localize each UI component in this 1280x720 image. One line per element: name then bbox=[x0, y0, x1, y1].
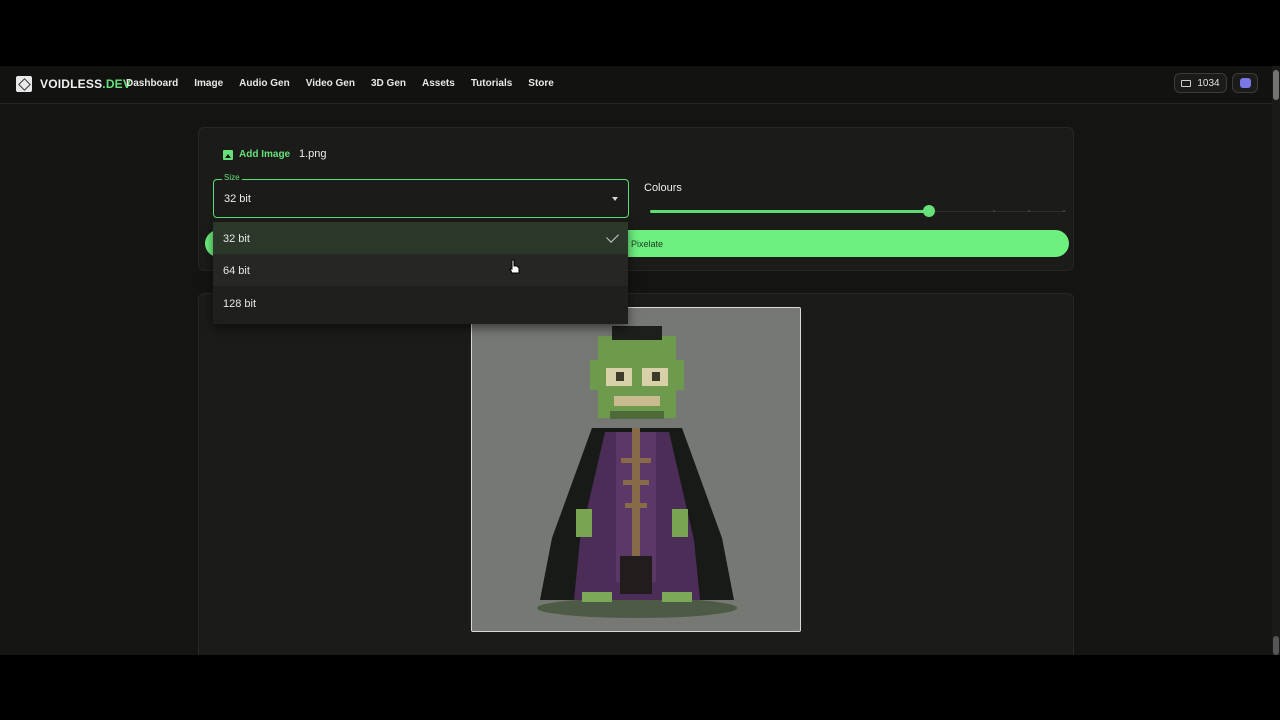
size-label: Size bbox=[222, 173, 242, 182]
size-value: 32 bit bbox=[224, 193, 251, 205]
size-select[interactable]: Size 32 bit bbox=[213, 173, 629, 218]
size-option-label: 64 bit bbox=[223, 265, 250, 277]
top-navigation-bar: VOIDLESS.DEV Dashboard Image Audio Gen V… bbox=[0, 66, 1272, 104]
logo[interactable]: VOIDLESS.DEV bbox=[16, 76, 131, 92]
pixelate-button-label: Pixelate bbox=[631, 239, 664, 249]
nav-3d-gen[interactable]: 3D Gen bbox=[371, 78, 406, 89]
discord-button[interactable] bbox=[1232, 73, 1258, 93]
nav-dashboard[interactable]: Dashboard bbox=[126, 78, 178, 89]
main-nav: Dashboard Image Audio Gen Video Gen 3D G… bbox=[126, 78, 554, 89]
app-screen: VOIDLESS.DEV Dashboard Image Audio Gen V… bbox=[0, 66, 1280, 655]
preview-panel bbox=[198, 293, 1074, 655]
colours-label: Colours bbox=[644, 182, 682, 194]
size-option-label: 32 bit bbox=[223, 233, 250, 245]
image-icon bbox=[223, 149, 233, 160]
nav-audio-gen[interactable]: Audio Gen bbox=[239, 78, 290, 89]
nav-image[interactable]: Image bbox=[194, 78, 223, 89]
page-scrollbar[interactable] bbox=[1272, 66, 1280, 655]
check-icon bbox=[606, 230, 619, 243]
size-option-label: 128 bit bbox=[223, 298, 257, 310]
nav-store[interactable]: Store bbox=[528, 78, 554, 89]
add-image-label: Add Image bbox=[239, 149, 291, 160]
pixelated-image-preview bbox=[471, 307, 801, 632]
size-option-128-bit[interactable]: 128 bit bbox=[213, 287, 628, 319]
size-option-32-bit[interactable]: 32 bit bbox=[213, 222, 628, 254]
size-option-64-bit[interactable]: 64 bit bbox=[213, 254, 628, 286]
slider-tick bbox=[1028, 210, 1030, 212]
nav-tutorials[interactable]: Tutorials bbox=[471, 78, 512, 89]
pointer-hand-cursor-icon bbox=[509, 259, 520, 274]
add-image-button[interactable]: Add Image bbox=[223, 149, 290, 160]
nav-assets[interactable]: Assets bbox=[422, 78, 455, 89]
slider-tick bbox=[1063, 210, 1065, 212]
logo-name: VOIDLESS bbox=[40, 77, 103, 91]
credits-icon bbox=[1181, 79, 1192, 87]
credits-badge[interactable]: 1034 bbox=[1174, 73, 1227, 93]
size-dropdown-menu: 32 bit 64 bit 128 bit bbox=[213, 222, 628, 324]
credits-count: 1034 bbox=[1197, 77, 1220, 89]
scrollbar-thumb[interactable] bbox=[1273, 70, 1279, 100]
slider-tick bbox=[993, 210, 995, 212]
nav-video-gen[interactable]: Video Gen bbox=[306, 78, 355, 89]
scrollbar-bottom-thumb bbox=[1273, 636, 1279, 655]
logo-text: VOIDLESS.DEV bbox=[40, 77, 131, 91]
colours-slider[interactable] bbox=[650, 205, 1066, 217]
logo-icon bbox=[16, 76, 32, 92]
pixel-zombie-image bbox=[537, 326, 737, 618]
colours-slider-thumb[interactable] bbox=[922, 205, 935, 217]
selected-filename: 1.png bbox=[299, 148, 327, 160]
colours-slider-fill bbox=[650, 210, 929, 213]
discord-icon bbox=[1240, 78, 1251, 88]
dropdown-caret-icon bbox=[612, 197, 618, 201]
